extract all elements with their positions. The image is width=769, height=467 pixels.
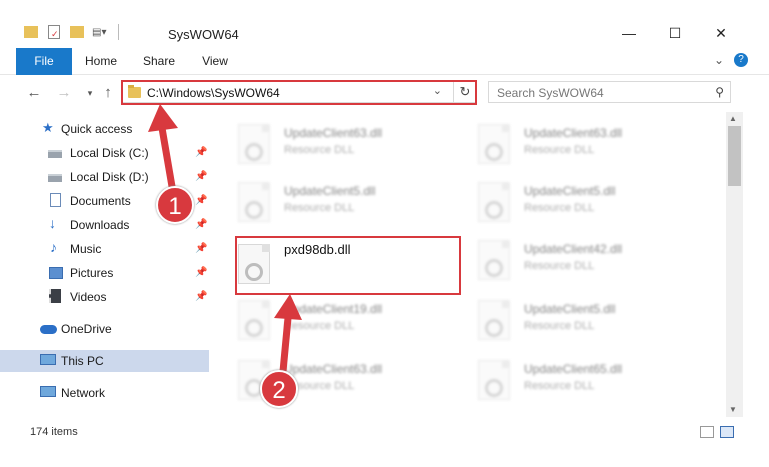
step-2-callout: 2 <box>260 370 298 408</box>
arrow-2-head <box>274 294 302 320</box>
arrow-1-head <box>148 104 178 132</box>
step-1-callout: 1 <box>156 186 194 224</box>
annotation-overlay <box>148 104 302 383</box>
